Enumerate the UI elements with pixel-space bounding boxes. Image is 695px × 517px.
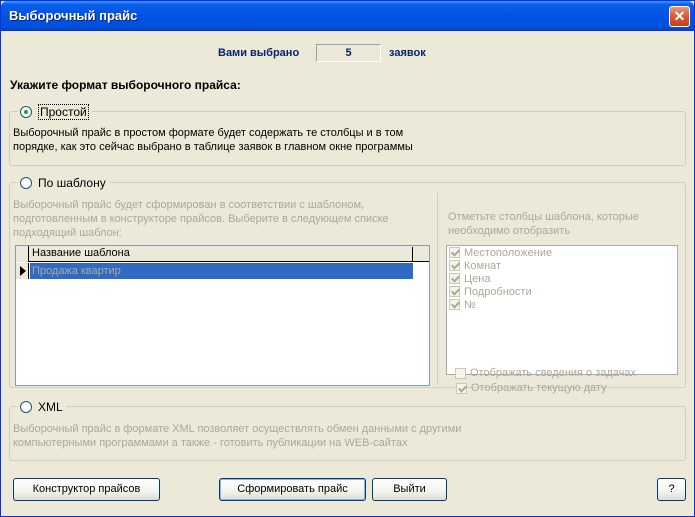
close-button[interactable]: ✕ xyxy=(669,6,690,27)
format-heading: Укажите формат выборочного прайса: xyxy=(10,78,241,92)
template-name-column-header[interactable]: Название шаблона xyxy=(30,247,413,262)
list-item[interactable]: Комнат xyxy=(447,259,677,272)
show-date-checkbox[interactable] xyxy=(456,382,467,394)
template-desc-line-1: Выборочный прайс будет сформирован в соо… xyxy=(13,199,365,211)
dialog-client-area: Вами выбрано 5 заявок Укажите формат выб… xyxy=(4,31,691,515)
column-label: Цена xyxy=(464,272,491,285)
exit-button[interactable]: Выйти xyxy=(372,478,447,501)
simple-desc-line-2: порядке, как это сейчас выбрано в таблиц… xyxy=(13,141,413,153)
column-checkbox[interactable] xyxy=(449,260,460,271)
columns-hint: Отметьте столбцы шаблона, которые необхо… xyxy=(448,210,639,238)
columns-hint-line-1: Отметьте столбцы шаблона, которые xyxy=(448,211,639,223)
xml-format-description: Выборочный прайс в формате XML позволяет… xyxy=(13,422,461,450)
show-date-option[interactable]: Отображать текущую дату xyxy=(456,382,607,394)
column-label: № xyxy=(464,298,476,311)
simple-format-group: Простой Выборочный прайс в простом форма… xyxy=(9,103,686,166)
template-columns-list[interactable]: Местоположение Комнат Цена Подробности № xyxy=(446,245,678,375)
template-format-radio[interactable]: По шаблону xyxy=(18,175,109,190)
xml-format-radio[interactable]: XML xyxy=(18,399,66,414)
list-item[interactable]: Подробности xyxy=(447,285,677,298)
list-item[interactable]: № xyxy=(447,298,677,311)
column-checkbox[interactable] xyxy=(449,247,460,258)
dialog-window: Выборочный прайс ✕ Вами выбрано 5 заявок… xyxy=(0,0,695,517)
simple-format-label[interactable]: Простой xyxy=(38,103,89,120)
template-desc-line-2: подготовленным в конструкторе прайсов. В… xyxy=(13,213,389,225)
help-button[interactable]: ? xyxy=(657,478,686,501)
column-separator xyxy=(437,193,438,385)
xml-format-group: XML Выборочный прайс в формате XML позво… xyxy=(9,399,686,461)
column-checkbox[interactable] xyxy=(449,299,460,310)
template-format-group: По шаблону Выборочный прайс будет сформи… xyxy=(9,175,686,394)
column-label: Подробности xyxy=(464,285,532,298)
selected-count-value: 5 xyxy=(316,44,381,62)
list-item[interactable]: Местоположение xyxy=(447,246,677,259)
template-desc-line-3: подходящий шаблон: xyxy=(13,227,122,239)
row-pointer-icon xyxy=(16,263,29,279)
column-label: Комнат xyxy=(464,259,502,272)
show-tasks-checkbox[interactable] xyxy=(455,367,466,379)
template-grid-header: Название шаблона xyxy=(16,246,429,262)
column-checkbox[interactable] xyxy=(449,273,460,284)
show-tasks-label: Отображать сведения о задачах xyxy=(470,367,637,379)
simple-format-description: Выборочный прайс в простом формате будет… xyxy=(13,126,413,154)
template-format-label[interactable]: По шаблону xyxy=(38,176,106,190)
selected-count-row: Вами выбрано 5 заявок xyxy=(4,44,691,64)
constructor-button[interactable]: Конструктор прайсов xyxy=(13,478,160,501)
xml-desc-line-1: Выборочный прайс в формате XML позволяет… xyxy=(13,423,462,435)
simple-desc-line-1: Выборочный прайс в простом формате будет… xyxy=(13,127,404,139)
generate-price-button[interactable]: Сформировать прайс xyxy=(219,478,366,501)
show-date-label: Отображать текущую дату xyxy=(471,382,607,394)
title-bar[interactable]: Выборочный прайс ✕ xyxy=(1,1,694,31)
radio-simple-indicator[interactable] xyxy=(20,105,32,118)
column-checkbox[interactable] xyxy=(449,286,460,297)
grid-indicator-header xyxy=(16,246,29,262)
table-row[interactable]: Продажа квартир xyxy=(16,263,429,279)
selected-label: Вами выбрано xyxy=(218,47,300,59)
columns-hint-line-2: необходимо отобразить xyxy=(448,225,571,237)
column-label: Местоположение xyxy=(464,246,553,259)
xml-desc-line-2: компьютерными программами а также - гото… xyxy=(13,437,408,449)
simple-format-radio[interactable]: Простой xyxy=(18,103,92,120)
selected-suffix: заявок xyxy=(389,47,426,59)
show-tasks-option[interactable]: Отображать сведения о задачах xyxy=(455,367,636,379)
template-format-description: Выборочный прайс будет сформирован в соо… xyxy=(13,198,389,240)
radio-xml-indicator[interactable] xyxy=(20,400,32,413)
radio-template-indicator[interactable] xyxy=(20,176,32,189)
template-name-cell[interactable]: Продажа квартир xyxy=(30,263,413,279)
xml-format-label[interactable]: XML xyxy=(38,400,63,414)
window-title: Выборочный прайс xyxy=(9,8,138,23)
template-grid[interactable]: Название шаблона Продажа квартир xyxy=(15,245,430,386)
list-item[interactable]: Цена xyxy=(447,272,677,285)
